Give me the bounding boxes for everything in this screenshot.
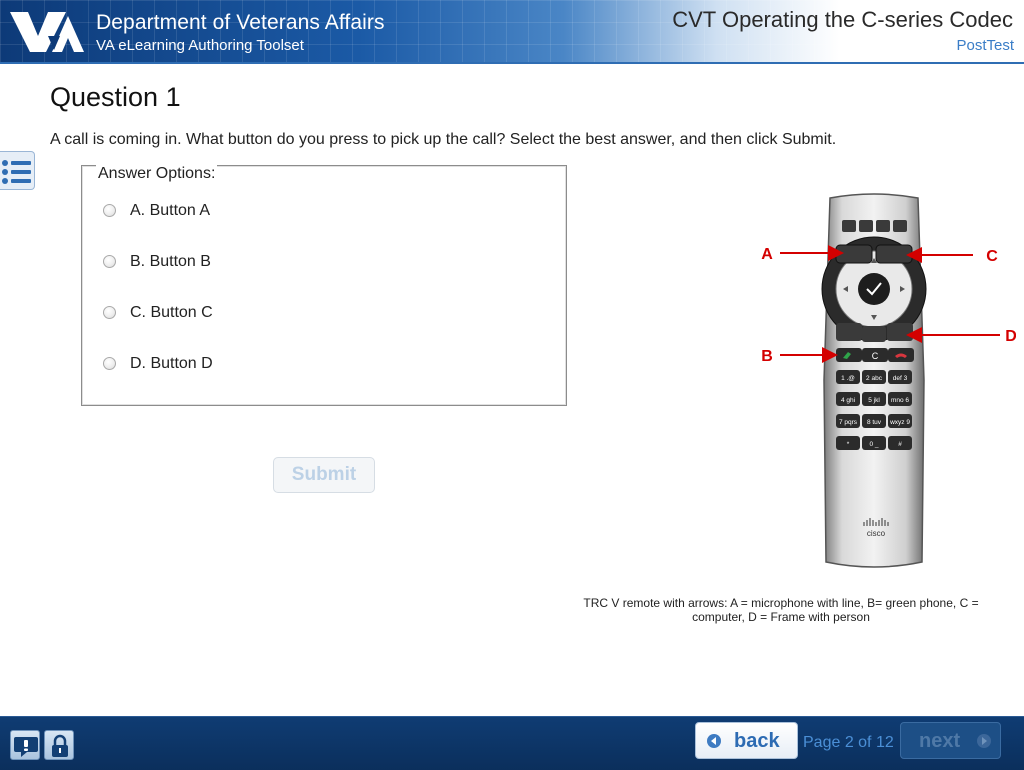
answer-options-legend: Answer Options: xyxy=(96,165,218,183)
callout-label-a: A xyxy=(761,246,773,263)
option-label: C. Button C xyxy=(130,304,213,321)
svg-text:mno 6: mno 6 xyxy=(891,397,909,404)
app-window: Department of Veterans Affairs VA eLearn… xyxy=(0,0,1024,770)
radio-button[interactable] xyxy=(103,357,116,370)
back-button[interactable]: back xyxy=(695,722,798,759)
menu-toggle-button[interactable] xyxy=(0,151,35,190)
svg-text:5 jkl: 5 jkl xyxy=(868,397,880,404)
answer-option-b[interactable]: B. Button B xyxy=(103,253,403,275)
svg-text:#: # xyxy=(898,441,902,448)
svg-text:4 ghi: 4 ghi xyxy=(841,397,855,404)
department-title: Department of Veterans Affairs xyxy=(96,11,385,34)
svg-text:def 3: def 3 xyxy=(893,375,908,382)
help-button[interactable] xyxy=(10,730,40,760)
answer-option-c[interactable]: C. Button C xyxy=(103,304,403,326)
radio-button[interactable] xyxy=(103,306,116,319)
option-label: D. Button D xyxy=(130,355,213,372)
submit-button[interactable]: Submit xyxy=(273,457,375,493)
va-logo xyxy=(10,12,84,52)
svg-text:2 abc: 2 abc xyxy=(866,375,883,382)
page-indicator: Page 2 of 12 xyxy=(803,734,894,751)
question-text: A call is coming in. What button do you … xyxy=(50,131,837,148)
clear-key: C xyxy=(872,351,879,361)
radio-button[interactable] xyxy=(103,255,116,268)
svg-text:7 pqrs: 7 pqrs xyxy=(839,419,858,426)
radio-button[interactable] xyxy=(103,204,116,217)
list-icon xyxy=(2,160,31,184)
next-button[interactable]: next xyxy=(900,722,1001,759)
remote-control-figure: C 1 .@ 2 abc def 3 4 ghi 5 jkl mno 6 7 p… xyxy=(761,193,1016,568)
svg-text:wxyz 9: wxyz 9 xyxy=(889,419,910,426)
toolset-subtitle: VA eLearning Authoring Toolset xyxy=(96,37,304,54)
help-icon xyxy=(14,737,38,757)
section-label: PostTest xyxy=(956,37,1014,54)
next-arrow-icon xyxy=(977,734,991,748)
svg-text:cisco: cisco xyxy=(867,529,886,538)
svg-text:1 .@: 1 .@ xyxy=(841,375,855,382)
next-label: next xyxy=(919,730,961,752)
course-title: CVT Operating the C-series Codec xyxy=(672,7,1013,32)
answer-option-a[interactable]: A. Button A xyxy=(103,202,403,224)
figure-caption: TRC V remote with arrows: A = microphone… xyxy=(583,596,979,624)
question-title: Question 1 xyxy=(50,82,181,112)
answer-option-d[interactable]: D. Button D xyxy=(103,355,403,377)
footer-bar: back Page 2 of 12 next xyxy=(0,716,1024,770)
option-label: B. Button B xyxy=(130,253,211,270)
svg-text:0 _: 0 _ xyxy=(869,441,878,448)
option-label: A. Button A xyxy=(130,202,211,219)
callout-label-d: D xyxy=(1005,328,1016,345)
svg-text:8 tuv: 8 tuv xyxy=(867,419,882,426)
header-banner: Department of Veterans Affairs VA eLearn… xyxy=(0,0,1024,64)
back-label: back xyxy=(734,730,780,752)
lock-icon xyxy=(52,734,68,757)
back-arrow-icon xyxy=(707,734,721,748)
callout-label-b: B xyxy=(761,348,773,365)
lock-button[interactable] xyxy=(44,730,74,760)
callout-label-c: C xyxy=(986,248,998,265)
